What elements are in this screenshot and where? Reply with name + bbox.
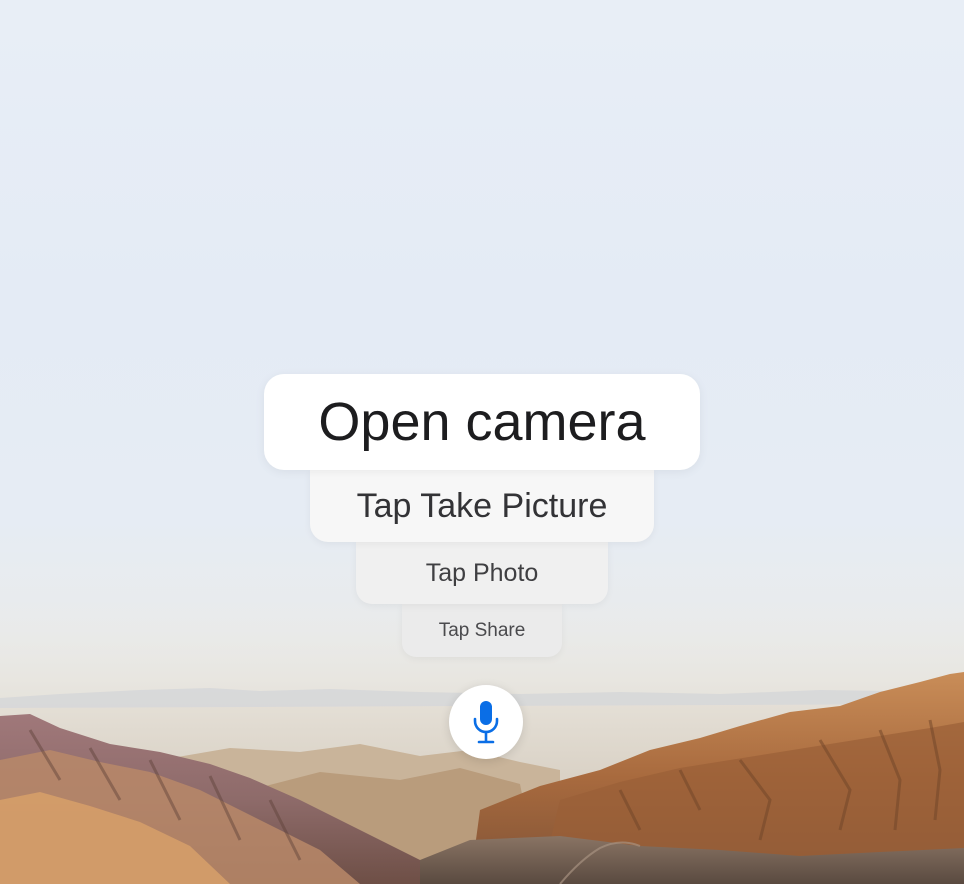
voice-command-tap-take-picture: Tap Take Picture [310,470,654,542]
microphone-icon [473,701,499,744]
voice-command-tap-photo: Tap Photo [356,542,608,604]
microphone-button[interactable] [449,685,523,759]
voice-command-label: Tap Share [438,619,526,641]
voice-command-tap-share: Tap Share [402,604,562,657]
voice-command-label: Open camera [318,392,646,452]
voice-command-label: Tap Take Picture [356,486,608,525]
voice-command-label: Tap Photo [425,558,539,587]
voice-command-open-camera: Open camera [264,374,700,470]
